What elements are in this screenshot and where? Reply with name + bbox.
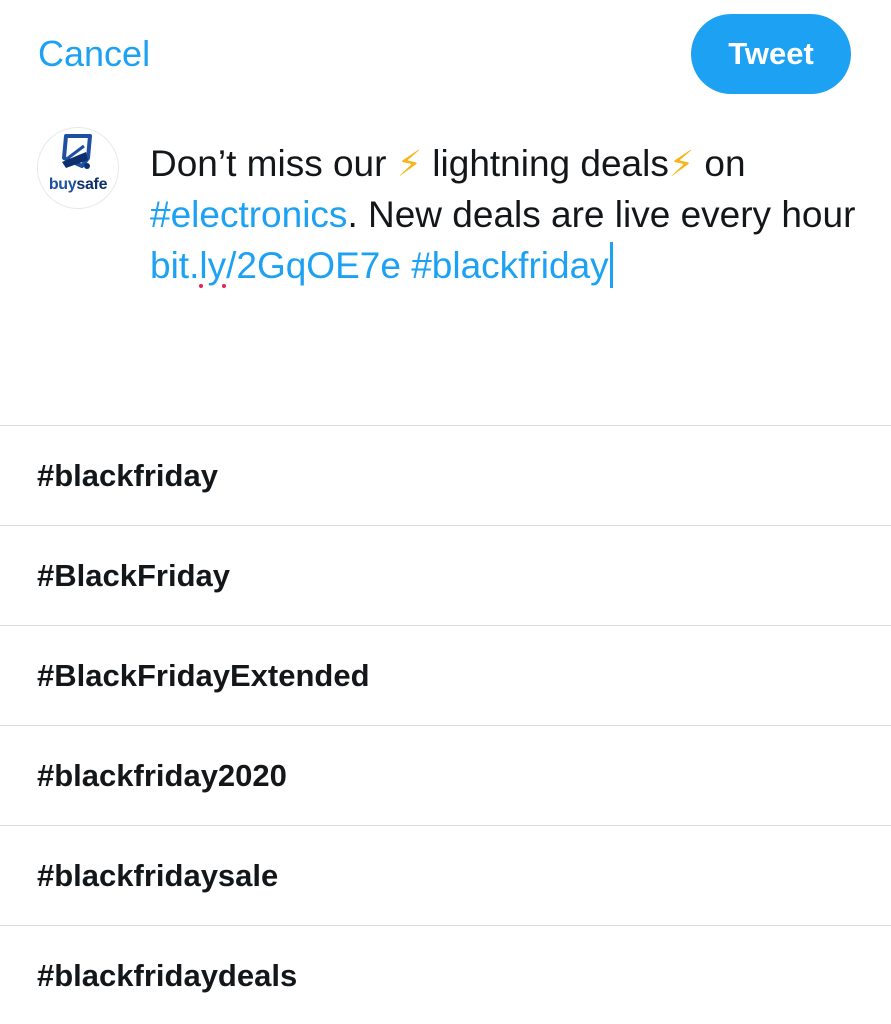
avatar-brand-text: buysafe [38, 176, 118, 194]
text-segment: . New deals are live every hour [347, 194, 856, 235]
suggestion-item[interactable]: #BlackFridayExtended [0, 626, 891, 726]
lightning-emoji-icon: ⚡ [668, 143, 695, 184]
avatar[interactable]: buysafe [37, 127, 119, 209]
lightning-emoji-icon: ⚡ [396, 143, 423, 184]
misspelled-word[interactable]: ly [199, 245, 226, 286]
link-text[interactable]: bit. [150, 245, 199, 286]
tweet-text-input[interactable]: Don’t miss our ⚡ lightning deals⚡ on #el… [150, 138, 870, 291]
brand-part-buy: buy [48, 176, 77, 193]
text-cursor [609, 242, 613, 288]
compose-header: Cancel Tweet [0, 0, 891, 110]
compose-tweet-screen: Cancel Tweet buysafe Don’t miss our ⚡ li… [0, 0, 891, 1024]
text-segment [401, 245, 411, 286]
suggestion-item[interactable]: #BlackFriday [0, 526, 891, 626]
buysafe-logo-icon [62, 134, 92, 169]
brand-part-safe: safe [76, 176, 108, 193]
link-text[interactable]: /2GqOE7e [226, 245, 401, 286]
tweet-button[interactable]: Tweet [691, 14, 851, 94]
suggestion-item[interactable]: #blackfriday2020 [0, 726, 891, 826]
suggestion-item[interactable]: #blackfriday [0, 426, 891, 526]
hashtag-electronics[interactable]: #electronics [150, 194, 347, 235]
cancel-button[interactable]: Cancel [38, 34, 150, 74]
text-segment: Don’t miss our [150, 143, 397, 184]
hashtag-blackfriday[interactable]: #blackfriday [411, 245, 608, 286]
suggestion-item[interactable]: #blackfridaydeals [0, 926, 891, 1024]
suggestion-item[interactable]: #blackfridaysale [0, 826, 891, 926]
text-segment: on [694, 143, 746, 184]
tweet-composer: buysafe Don’t miss our ⚡ lightning deals… [0, 110, 891, 425]
text-segment: lightning deals [422, 143, 669, 184]
hashtag-suggestions-list: #blackfriday #BlackFriday #BlackFridayEx… [0, 425, 891, 1024]
